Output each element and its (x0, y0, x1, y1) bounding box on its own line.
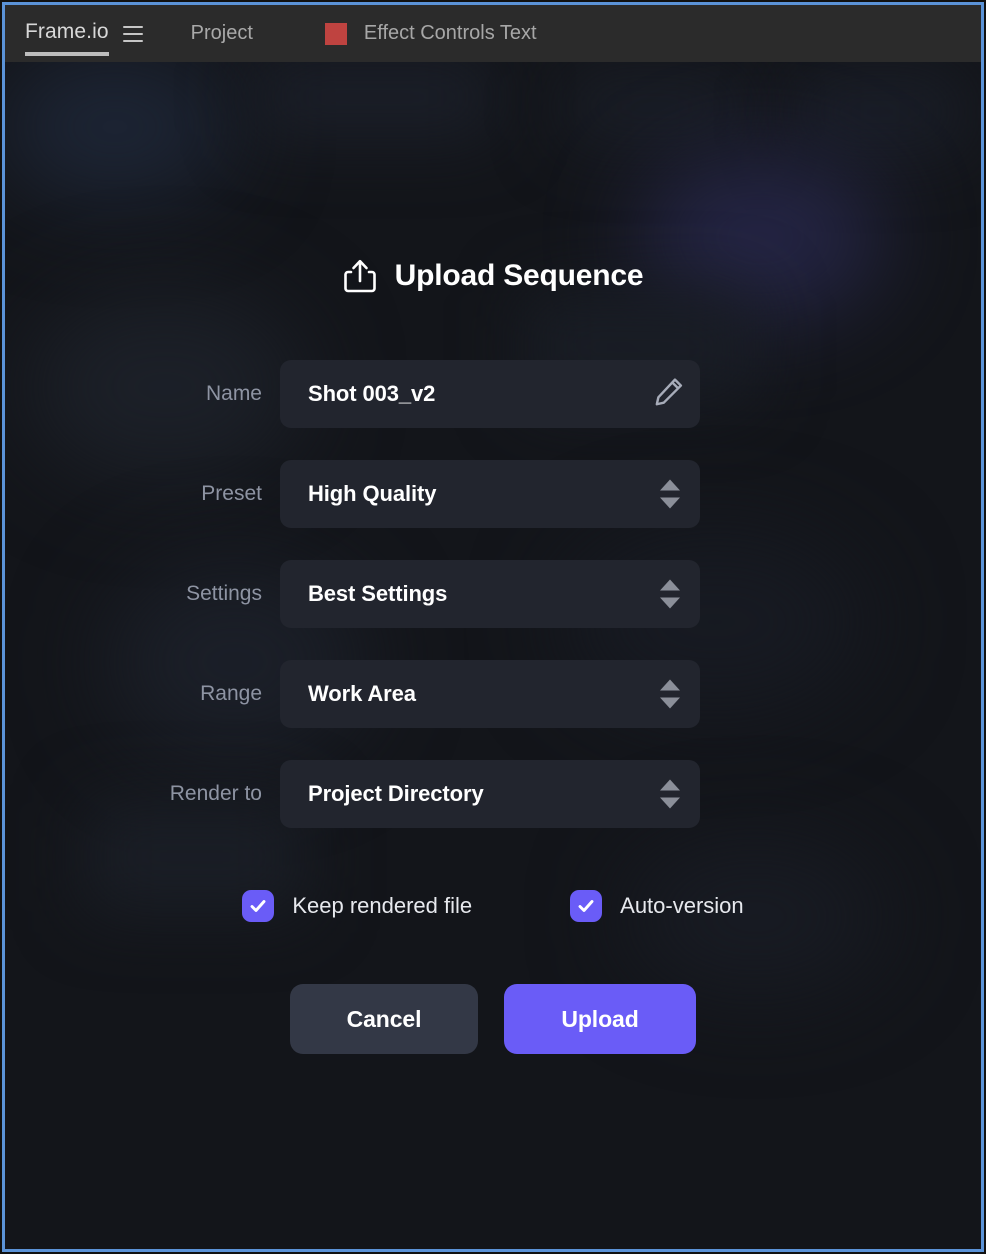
upload-icon (343, 258, 377, 294)
checkbox-row: Keep rendered file Auto-version (5, 890, 981, 922)
checkbox-auto-version[interactable]: Auto-version (570, 890, 744, 922)
checkbox-label: Keep rendered file (292, 893, 473, 918)
chevron-up-icon[interactable] (660, 779, 680, 791)
field-label-name: Name (205, 382, 262, 405)
name-input-value: Shot 003_v2 (308, 381, 436, 406)
hamburger-icon[interactable] (122, 25, 143, 42)
chevron-up-icon[interactable] (660, 679, 680, 691)
dialog-title: Upload Sequence (394, 259, 644, 292)
preset-select-value: High Quality (308, 481, 437, 506)
range-select[interactable]: Work Area (280, 660, 700, 728)
field-row-render-to: Render to Project Directory (5, 760, 981, 828)
render-to-select[interactable]: Project Directory (280, 760, 700, 828)
app-window: Frame.io Project Effect Controls Text Up… (2, 2, 984, 1252)
range-select-value: Work Area (308, 681, 416, 706)
stepper-icon[interactable] (660, 679, 680, 709)
checkbox-keep-rendered-file[interactable]: Keep rendered file (242, 890, 472, 922)
pencil-icon[interactable] (652, 375, 686, 414)
chevron-down-icon[interactable] (660, 697, 680, 709)
field-row-range: Range Work Area (5, 660, 981, 728)
chevron-down-icon[interactable] (660, 497, 680, 509)
field-label-settings: Settings (186, 582, 262, 605)
field-label-range: Range (200, 682, 262, 705)
menu-item-project[interactable]: Project (191, 22, 253, 45)
chevron-down-icon[interactable] (660, 797, 680, 809)
chevron-up-icon[interactable] (660, 479, 680, 491)
settings-select[interactable]: Best Settings (280, 560, 700, 628)
menubar: Frame.io Project Effect Controls Text (5, 5, 981, 62)
checkbox-checked-icon[interactable] (570, 890, 603, 922)
active-document-tab[interactable]: Effect Controls Text (324, 22, 537, 45)
checkbox-checked-icon[interactable] (242, 890, 275, 922)
document-color-swatch (324, 22, 347, 45)
stepper-icon[interactable] (660, 779, 680, 809)
stepper-icon[interactable] (660, 479, 680, 509)
checkbox-label: Auto-version (620, 893, 744, 918)
dialog-actions: Cancel Upload (5, 984, 981, 1054)
stepper-icon[interactable] (660, 579, 680, 609)
upload-button[interactable]: Upload (504, 984, 696, 1054)
upload-sequence-dialog: Upload Sequence Name Shot 003_v2 Preset … (5, 62, 981, 1249)
render-to-select-value: Project Directory (308, 781, 484, 806)
document-title: Effect Controls Text (363, 22, 537, 44)
preset-select[interactable]: High Quality (280, 460, 700, 528)
field-label-render-to: Render to (169, 782, 262, 805)
chevron-down-icon[interactable] (660, 597, 680, 609)
chevron-up-icon[interactable] (660, 579, 680, 591)
field-row-preset: Preset High Quality (5, 460, 981, 528)
name-input[interactable]: Shot 003_v2 (280, 360, 700, 428)
field-label-preset: Preset (201, 482, 262, 505)
settings-select-value: Best Settings (308, 581, 448, 606)
field-row-settings: Settings Best Settings (5, 560, 981, 628)
brand-frameio[interactable]: Frame.io (25, 20, 109, 56)
dialog-header: Upload Sequence (5, 258, 981, 294)
field-row-name: Name Shot 003_v2 (5, 360, 981, 428)
cancel-button[interactable]: Cancel (290, 984, 478, 1054)
